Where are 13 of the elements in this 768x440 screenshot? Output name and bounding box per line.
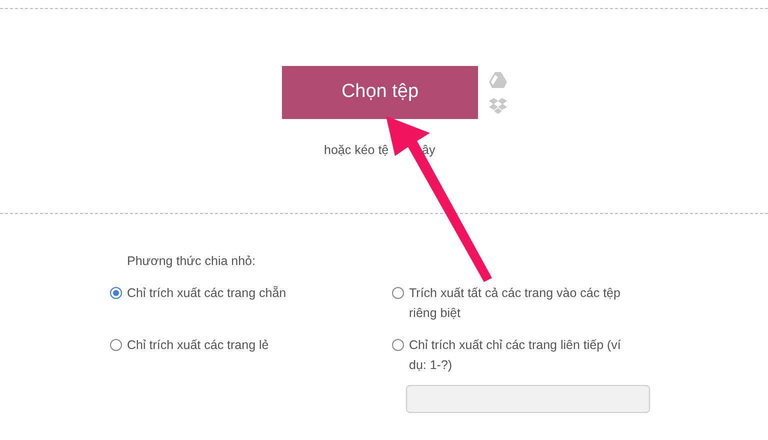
radio-button[interactable] [392,338,404,351]
range-input-field[interactable] [406,384,650,413]
radio-button[interactable] [110,286,122,299]
radio-button[interactable] [110,338,122,351]
radio-button[interactable] [392,286,404,299]
hint-text: hoặc kéo tệ [324,142,389,159]
option-label: Chỉ trích xuất các trang chẵn [127,284,286,302]
option-label: Chỉ trích xuất chỉ các trang liên tiếp (ví dụ: 1-?) [409,336,622,374]
option-label: Chỉ trích xuất các trang lẻ [127,336,269,354]
split-method-label: Phương thức chia nhỏ: [126,253,256,270]
hint-text: ây [422,142,436,159]
option-label: Trích xuất tất cả các trang vào các tệp riêng biệt [409,284,622,322]
choose-file-button[interactable]: Chọn tệp [282,66,478,119]
